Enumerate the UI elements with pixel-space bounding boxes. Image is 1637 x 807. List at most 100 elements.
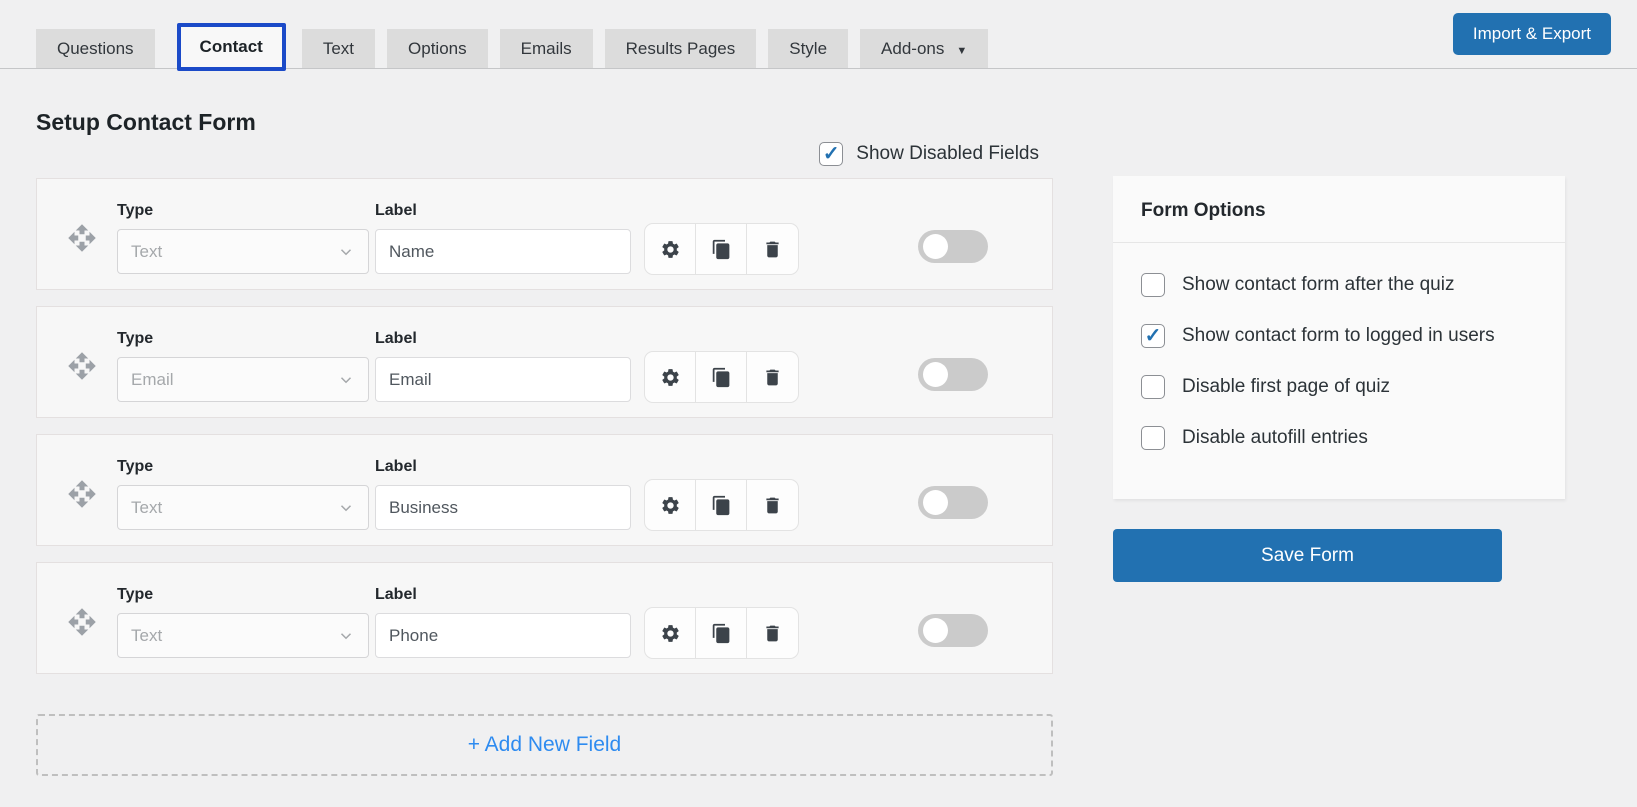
field-delete-button[interactable]: [747, 352, 798, 402]
tab-label: Questions: [57, 39, 134, 58]
field-delete-button[interactable]: [747, 608, 798, 658]
type-column-label: Type: [117, 330, 154, 347]
toggle-knob: [923, 617, 948, 643]
copy-icon: [712, 367, 729, 387]
toggle-knob: [923, 233, 948, 259]
save-form-button[interactable]: Save Form: [1113, 529, 1502, 582]
field-enable-toggle[interactable]: [918, 357, 988, 391]
label-field-group: Label: [375, 202, 631, 274]
contact-field-row: Type Email Label: [36, 306, 1053, 418]
contact-field-row: Type Text Label: [36, 178, 1053, 290]
field-settings-button[interactable]: [645, 608, 696, 658]
chevron-down-icon: [340, 248, 352, 255]
import-export-button[interactable]: Import & Export: [1452, 13, 1611, 55]
label-column-label: Label: [375, 330, 417, 347]
form-options-title: Form Options: [1113, 176, 1565, 243]
gear-icon: [661, 496, 679, 514]
field-duplicate-button[interactable]: [696, 608, 747, 658]
type-field-group: Type Email: [117, 330, 375, 402]
field-enable-toggle[interactable]: [918, 613, 988, 647]
field-settings-button[interactable]: [645, 480, 696, 530]
field-type-value: Text: [131, 625, 163, 645]
field-type-select[interactable]: Email: [117, 357, 369, 402]
form-options-list: Show contact form after the quiz Show co…: [1113, 243, 1565, 499]
field-action-group: [644, 607, 799, 659]
caret-down-icon: [956, 39, 967, 59]
tab[interactable]: Emails: [499, 29, 593, 68]
add-new-field-button[interactable]: + Add New Field: [36, 714, 1053, 776]
field-action-group: [644, 351, 799, 403]
trash-icon: [766, 369, 779, 385]
type-column-label: Type: [117, 458, 154, 475]
move-icon[interactable]: [67, 479, 97, 509]
field-type-select[interactable]: Text: [117, 485, 369, 530]
tab-label: Add-ons: [881, 39, 945, 58]
form-option-item: Show contact form after the quiz: [1141, 273, 1537, 297]
field-label-input[interactable]: [375, 485, 631, 530]
label-field-group: Label: [375, 458, 631, 530]
contact-field-row: Type Text Label: [36, 562, 1053, 674]
tab-label: Contact: [199, 37, 263, 56]
field-label-input[interactable]: [375, 229, 631, 274]
move-icon[interactable]: [67, 351, 97, 381]
tab[interactable]: Add-ons: [860, 29, 989, 68]
tab[interactable]: Text: [301, 29, 376, 68]
type-column-label: Type: [117, 586, 154, 603]
sidebar: Form Options Show contact form after the…: [1113, 176, 1565, 582]
field-enable-toggle[interactable]: [918, 485, 988, 519]
gear-icon: [661, 624, 679, 642]
type-column-label: Type: [117, 202, 154, 219]
form-option-label: Disable autofill entries: [1182, 427, 1368, 448]
tab-label: Options: [408, 39, 467, 58]
field-rows: Type Text Label Name Type Email Label Em…: [36, 178, 1053, 674]
trash-icon: [766, 625, 779, 641]
tab[interactable]: Questions: [36, 29, 155, 68]
field-settings-button[interactable]: [645, 352, 696, 402]
field-duplicate-button[interactable]: [696, 224, 747, 274]
copy-icon: [712, 495, 729, 515]
gear-icon: [661, 240, 679, 258]
tab[interactable]: Contact: [176, 23, 286, 71]
tab[interactable]: Options: [387, 29, 488, 68]
tab[interactable]: Style: [768, 29, 849, 68]
tab-bar: Questions Contact Text Options Emails Re…: [0, 0, 1637, 71]
field-label-input[interactable]: [375, 357, 631, 402]
form-option-checkbox[interactable]: [1141, 426, 1165, 450]
copy-icon: [712, 623, 729, 643]
move-icon[interactable]: [67, 223, 97, 253]
form-option-label: Show contact form after the quiz: [1182, 274, 1455, 295]
form-option-item: Show contact form to logged in users: [1141, 324, 1537, 348]
tab[interactable]: Results Pages: [604, 29, 757, 68]
field-label-input[interactable]: [375, 613, 631, 658]
form-option-checkbox[interactable]: [1141, 375, 1165, 399]
gear-icon: [661, 368, 679, 386]
show-disabled-fields-label: Show Disabled Fields: [856, 143, 1039, 164]
toggle-knob: [923, 361, 948, 387]
field-settings-button[interactable]: [645, 224, 696, 274]
label-column-label: Label: [375, 458, 417, 475]
toggle-knob: [923, 489, 948, 515]
label-field-group: Label: [375, 330, 631, 402]
form-option-checkbox[interactable]: [1141, 324, 1165, 348]
field-type-select[interactable]: Text: [117, 613, 369, 658]
field-delete-button[interactable]: [747, 480, 798, 530]
tab-label: Results Pages: [625, 39, 736, 58]
field-delete-button[interactable]: [747, 224, 798, 274]
move-icon[interactable]: [67, 607, 97, 637]
chevron-down-icon: [340, 504, 352, 511]
tab-list: Questions Contact Text Options Emails Re…: [36, 23, 989, 71]
tab-label: Text: [322, 39, 355, 58]
show-disabled-fields-checkbox[interactable]: [819, 142, 844, 166]
form-option-checkbox[interactable]: [1141, 273, 1165, 297]
main-column: Setup Contact Form Show Disabled Fields …: [36, 109, 1053, 776]
label-field-group: Label: [375, 586, 631, 658]
copy-icon: [712, 239, 729, 259]
field-duplicate-button[interactable]: [696, 480, 747, 530]
field-type-select[interactable]: Text: [117, 229, 369, 274]
form-option-item: Disable autofill entries: [1141, 426, 1537, 450]
form-option-label: Show contact form to logged in users: [1182, 325, 1495, 346]
chevron-down-icon: [340, 376, 352, 383]
field-enable-toggle[interactable]: [918, 229, 988, 263]
field-duplicate-button[interactable]: [696, 352, 747, 402]
chevron-down-icon: [340, 632, 352, 639]
